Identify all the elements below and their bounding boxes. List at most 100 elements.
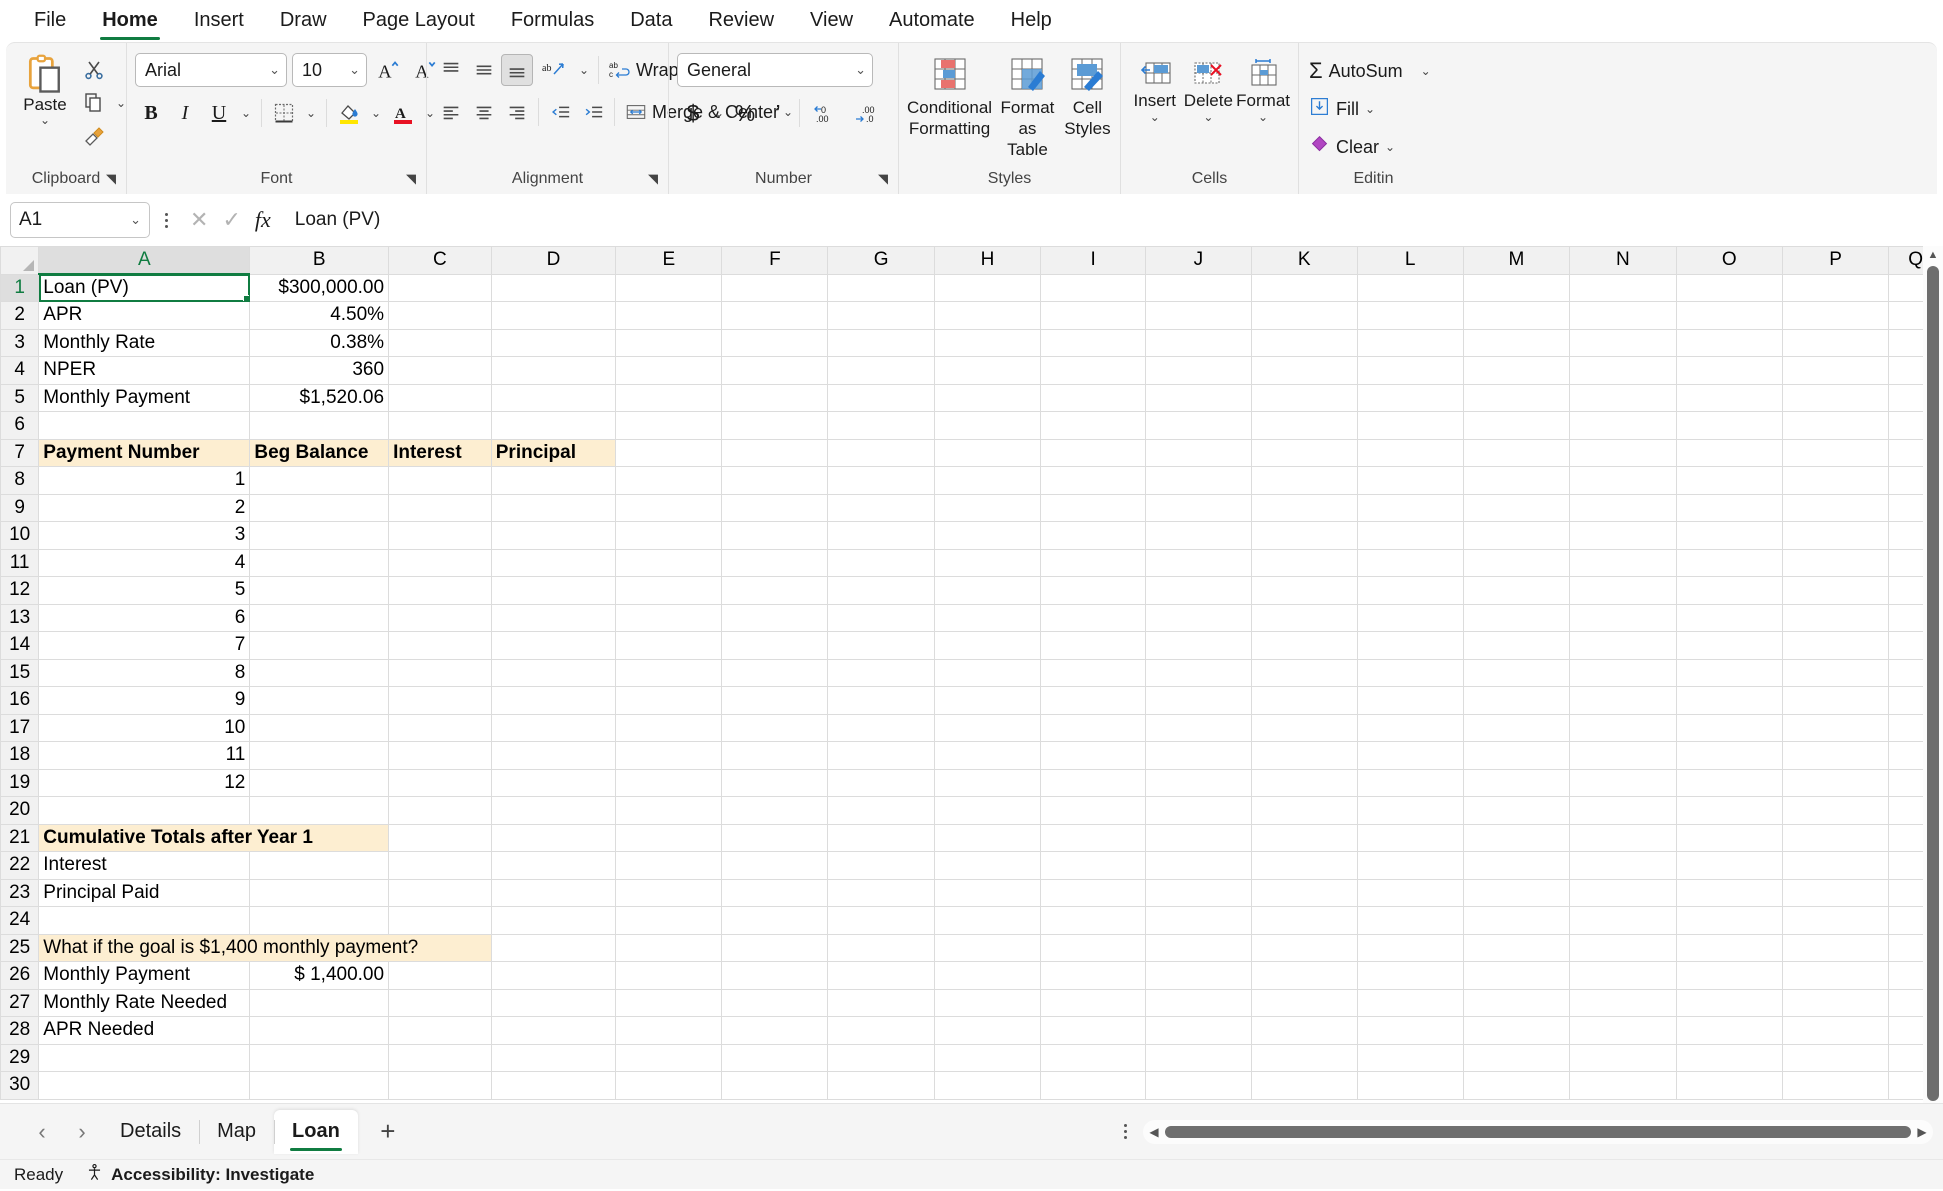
cell-J1[interactable] (1145, 273, 1252, 302)
cell-D7[interactable]: Principal (490, 438, 617, 467)
cell-G27[interactable] (827, 988, 935, 1017)
cell-I3[interactable] (1040, 328, 1147, 357)
cell-D20[interactable] (490, 796, 617, 825)
cell-A13[interactable]: 6 (38, 603, 251, 632)
cell-K22[interactable] (1250, 851, 1358, 880)
cell-C5[interactable] (388, 383, 492, 412)
cell-N29[interactable] (1569, 1043, 1677, 1072)
cell-G28[interactable] (827, 1016, 935, 1045)
horizontal-scrollbar[interactable]: ◀ ▶ (1143, 1119, 1933, 1144)
orientation-chevron-down-icon[interactable]: ⌄ (575, 54, 593, 86)
cell-K15[interactable] (1250, 658, 1358, 687)
ribbon-tab-review[interactable]: Review (692, 3, 790, 40)
font-dialog-launcher-icon[interactable]: ◥ (406, 168, 416, 190)
cell-O26[interactable] (1675, 961, 1784, 990)
row-header-4[interactable]: 4 (0, 356, 40, 385)
cell-K25[interactable] (1250, 933, 1358, 962)
cell-D24[interactable] (490, 906, 617, 935)
cell-E8[interactable] (615, 466, 723, 495)
row-header-24[interactable]: 24 (0, 906, 40, 935)
cell-J3[interactable] (1145, 328, 1252, 357)
cell-F2[interactable] (721, 301, 829, 330)
cell-P24[interactable] (1782, 906, 1890, 935)
cell-I20[interactable] (1040, 796, 1147, 825)
cell-P25[interactable] (1782, 933, 1890, 962)
cell-K24[interactable] (1250, 906, 1358, 935)
cell-L19[interactable] (1356, 768, 1464, 797)
cut-button[interactable] (78, 55, 130, 85)
cell-O8[interactable] (1675, 466, 1784, 495)
cell-M26[interactable] (1462, 961, 1571, 990)
cell-A3[interactable]: Monthly Rate (38, 328, 251, 357)
cell-M27[interactable] (1462, 988, 1571, 1017)
cell-C17[interactable] (388, 713, 492, 742)
cell-P6[interactable] (1782, 411, 1890, 440)
cell-D27[interactable] (490, 988, 617, 1017)
cell-F29[interactable] (721, 1043, 829, 1072)
cell-K18[interactable] (1250, 741, 1358, 770)
row-header-6[interactable]: 6 (0, 411, 40, 440)
row-header-25[interactable]: 25 (0, 933, 40, 962)
cell-B3[interactable]: 0.38% (249, 328, 390, 357)
cell-M17[interactable] (1462, 713, 1571, 742)
cell-O14[interactable] (1675, 631, 1784, 660)
cell-C16[interactable] (388, 686, 492, 715)
cell-N28[interactable] (1569, 1016, 1677, 1045)
cell-F17[interactable] (721, 713, 829, 742)
cell-I24[interactable] (1040, 906, 1147, 935)
cell-D14[interactable] (490, 631, 617, 660)
cell-G5[interactable] (827, 383, 935, 412)
scroll-split-handle[interactable] (1124, 1124, 1127, 1139)
cell-P2[interactable] (1782, 301, 1890, 330)
cell-F18[interactable] (721, 741, 829, 770)
cell-N1[interactable] (1569, 273, 1677, 302)
cell-A11[interactable]: 4 (38, 548, 251, 577)
cell-K19[interactable] (1250, 768, 1358, 797)
cell-C6[interactable] (388, 411, 492, 440)
column-header-B[interactable]: B (249, 246, 390, 275)
row-header-10[interactable]: 10 (0, 521, 40, 550)
cell-O2[interactable] (1675, 301, 1784, 330)
cell-N16[interactable] (1569, 686, 1677, 715)
cell-L11[interactable] (1356, 548, 1464, 577)
font-size-combo[interactable]: 10 ⌄ (292, 53, 367, 87)
cell-C21[interactable] (388, 823, 492, 852)
cell-N21[interactable] (1569, 823, 1677, 852)
orientation-button[interactable]: ab (534, 54, 574, 86)
cell-L30[interactable] (1356, 1071, 1464, 1100)
cell-G7[interactable] (827, 438, 935, 467)
cancel-formula-icon[interactable]: ✕ (190, 207, 208, 233)
cell-A17[interactable]: 10 (38, 713, 251, 742)
accessibility-status[interactable]: Accessibility: Investigate (85, 1163, 314, 1187)
vertical-scrollbar[interactable]: ▲ (1923, 246, 1943, 1103)
cell-E3[interactable] (615, 328, 723, 357)
cell-P27[interactable] (1782, 988, 1890, 1017)
cell-K26[interactable] (1250, 961, 1358, 990)
cell-L15[interactable] (1356, 658, 1464, 687)
cell-C13[interactable] (388, 603, 492, 632)
cell-A24[interactable] (38, 906, 251, 935)
comma-style-button[interactable]: ’ (762, 97, 794, 129)
cell-L22[interactable] (1356, 851, 1464, 880)
cell-I30[interactable] (1040, 1071, 1147, 1100)
cell-A6[interactable] (38, 411, 251, 440)
cell-N30[interactable] (1569, 1071, 1677, 1100)
accounting-format-button[interactable]: $ (677, 97, 709, 129)
italic-button[interactable]: I (169, 97, 201, 129)
insert-chevron-down-icon[interactable]: ⌄ (1150, 111, 1160, 123)
cell-J23[interactable] (1145, 878, 1252, 907)
cell-J26[interactable] (1145, 961, 1252, 990)
cell-K16[interactable] (1250, 686, 1358, 715)
add-sheet-button[interactable]: + (358, 1116, 418, 1147)
cell-B7[interactable]: Beg Balance (249, 438, 390, 467)
cell-N7[interactable] (1569, 438, 1677, 467)
cell-B27[interactable] (249, 988, 390, 1017)
cell-B29[interactable] (249, 1043, 390, 1072)
formula-input[interactable]: Loan (PV) (287, 203, 1933, 237)
cell-E27[interactable] (615, 988, 723, 1017)
cell-H10[interactable] (933, 521, 1042, 550)
cell-K2[interactable] (1250, 301, 1358, 330)
horizontal-scroll-thumb[interactable] (1165, 1125, 1911, 1138)
cell-A9[interactable]: 2 (38, 493, 251, 522)
cell-C18[interactable] (388, 741, 492, 770)
